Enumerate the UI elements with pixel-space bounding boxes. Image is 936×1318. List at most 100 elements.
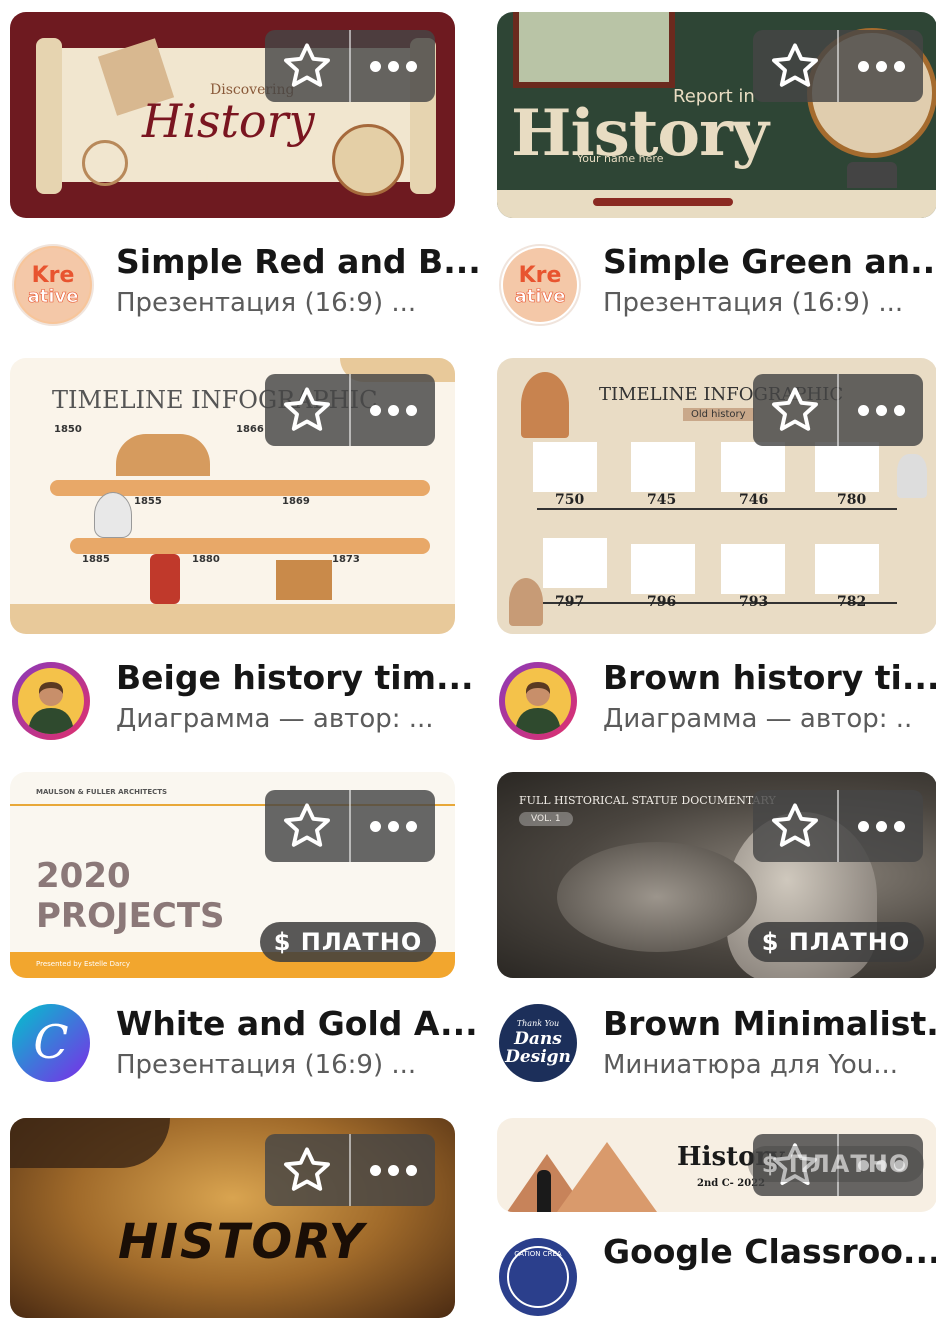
timeline-year: 750 xyxy=(555,492,585,508)
card-actions xyxy=(753,374,923,446)
star-icon xyxy=(284,43,330,87)
template-card[interactable]: MAULSON & FULLER ARCHITECTS 2020 PROJECT… xyxy=(0,760,478,1100)
more-options-button[interactable] xyxy=(349,374,435,446)
author-avatar[interactable]: Thank You Dans Design xyxy=(499,1004,577,1082)
mountain-illustration xyxy=(557,1142,657,1212)
education-logo-text: CATION CREA xyxy=(514,1250,562,1258)
template-card[interactable]: Report in History Your name here Kre ati… xyxy=(468,0,936,340)
globe-stand xyxy=(847,162,897,188)
dans-design-logo-icon: Thank You Dans Design xyxy=(504,1019,571,1067)
template-thumbnail[interactable]: History 2nd C- 2022 $ ПЛАТНО xyxy=(497,1118,936,1212)
card-actions xyxy=(265,790,435,862)
favorite-button[interactable] xyxy=(265,1134,349,1206)
more-options-button[interactable] xyxy=(349,1134,435,1206)
thumb-vol-tag: VOL. 1 xyxy=(519,812,573,826)
template-title[interactable]: Beige history tim... xyxy=(116,658,474,697)
more-dots-icon xyxy=(857,60,905,72)
timeline-card xyxy=(815,442,879,492)
timeline-card xyxy=(631,442,695,492)
more-options-button[interactable] xyxy=(837,30,923,102)
timeline-card xyxy=(533,442,597,492)
more-options-button[interactable] xyxy=(349,30,435,102)
more-dots-icon xyxy=(857,404,905,416)
hair-illustration xyxy=(557,842,757,952)
template-title[interactable]: Google Classroo... xyxy=(603,1232,936,1271)
template-thumbnail[interactable]: Discovering History Olivia Wilson xyxy=(10,12,455,218)
paid-badge: $ ПЛАТНО xyxy=(748,922,924,962)
timeline-card xyxy=(631,544,695,594)
template-card[interactable]: HISTORY xyxy=(0,1110,468,1318)
more-options-button[interactable] xyxy=(837,374,923,446)
template-title[interactable]: Brown Minimalist... xyxy=(603,1004,936,1043)
bust-illustration xyxy=(94,492,132,538)
timeline-card xyxy=(543,538,607,588)
author-avatar[interactable] xyxy=(12,662,90,740)
template-thumbnail[interactable]: Report in History Your name here xyxy=(497,12,936,218)
timeline-year: 1866 xyxy=(236,424,264,435)
template-thumbnail[interactable]: FULL HISTORICAL STATUE DOCUMENTARY VOL. … xyxy=(497,772,936,978)
template-subtitle: Миниатюра для You... xyxy=(603,1050,899,1080)
star-icon xyxy=(772,803,818,847)
favorite-button[interactable] xyxy=(265,30,349,102)
more-dots-icon xyxy=(857,820,905,832)
template-thumbnail[interactable]: HISTORY xyxy=(10,1118,455,1318)
timeline-year: 1855 xyxy=(134,496,162,507)
card-actions xyxy=(265,30,435,102)
author-avatar[interactable]: Kre ative xyxy=(12,244,94,326)
timeline-year: 793 xyxy=(739,594,769,610)
author-avatar[interactable]: Kre ative xyxy=(499,244,581,326)
template-card[interactable]: TIMELINE INFOGRAPHIC 1850 1866 1855 1869… xyxy=(0,350,474,750)
more-options-button[interactable] xyxy=(349,790,435,862)
pen-illustration xyxy=(593,198,733,206)
timeline-year: 1873 xyxy=(332,554,360,565)
soldier-illustration xyxy=(150,554,180,604)
globe-illustration xyxy=(332,124,404,196)
more-options-button[interactable] xyxy=(837,790,923,862)
kreative-logo-bottom: ative xyxy=(515,286,566,307)
favorite-button[interactable] xyxy=(265,374,349,446)
template-title[interactable]: White and Gold A... xyxy=(116,1004,478,1043)
favorite-button[interactable] xyxy=(753,374,837,446)
template-thumbnail[interactable]: TIMELINE INFOGRAPHIC 1850 1866 1855 1869… xyxy=(10,358,455,634)
timeline-year: 745 xyxy=(647,492,677,508)
favorite-button[interactable] xyxy=(753,790,837,862)
dans-design-logo-small: Thank You xyxy=(517,1019,559,1028)
helmet-illustration xyxy=(521,372,569,438)
template-title[interactable]: Simple Green an... xyxy=(603,242,936,281)
building-illustration xyxy=(276,560,332,600)
template-subtitle: Презентация (16:9) ... xyxy=(116,1050,417,1080)
thumb-text-large: 2020 xyxy=(36,856,131,896)
card-actions xyxy=(265,1134,435,1206)
timeline-year: 780 xyxy=(837,492,867,508)
author-photo-icon xyxy=(505,668,571,734)
template-thumbnail[interactable]: MAULSON & FULLER ARCHITECTS 2020 PROJECT… xyxy=(10,772,455,978)
star-icon xyxy=(284,803,330,847)
kreative-logo-bottom: ative xyxy=(28,286,79,307)
compass-illustration xyxy=(82,140,128,186)
template-subtitle: Презентация (16:9) ... xyxy=(603,288,904,318)
star-icon xyxy=(772,387,818,431)
thumb-bottom-text: Presented by Estelle Darcy xyxy=(36,960,130,968)
canva-logo-letter: C xyxy=(33,1015,68,1069)
template-card[interactable]: FULL HISTORICAL STATUE DOCUMENTARY VOL. … xyxy=(468,760,936,1100)
template-title[interactable]: Brown history ti... xyxy=(603,658,936,697)
favorite-button[interactable] xyxy=(265,790,349,862)
author-avatar[interactable]: C xyxy=(12,1004,90,1082)
template-title[interactable]: Simple Red and B... xyxy=(116,242,481,281)
canva-logo-icon: C xyxy=(33,1015,68,1069)
timeline-tag: Old history xyxy=(683,408,754,421)
template-card[interactable]: History 2nd C- 2022 $ ПЛАТНО CATION CREA… xyxy=(468,1110,936,1316)
template-thumbnail[interactable]: TIMELINE INFOGRAPHIC Old history 750 745… xyxy=(497,358,936,634)
more-dots-icon xyxy=(369,60,417,72)
author-avatar[interactable] xyxy=(499,662,577,740)
favorite-button[interactable] xyxy=(753,30,837,102)
template-card[interactable]: Discovering History Olivia Wilson Kre at… xyxy=(0,0,481,340)
timeline-year: 1869 xyxy=(282,496,310,507)
timeline-year: 797 xyxy=(555,594,585,610)
author-photo-icon xyxy=(18,668,84,734)
author-avatar[interactable]: CATION CREA xyxy=(499,1238,577,1316)
bust-illustration xyxy=(509,578,543,626)
star-icon xyxy=(284,387,330,431)
more-dots-icon xyxy=(369,404,417,416)
template-card[interactable]: TIMELINE INFOGRAPHIC Old history 750 745… xyxy=(468,350,936,750)
